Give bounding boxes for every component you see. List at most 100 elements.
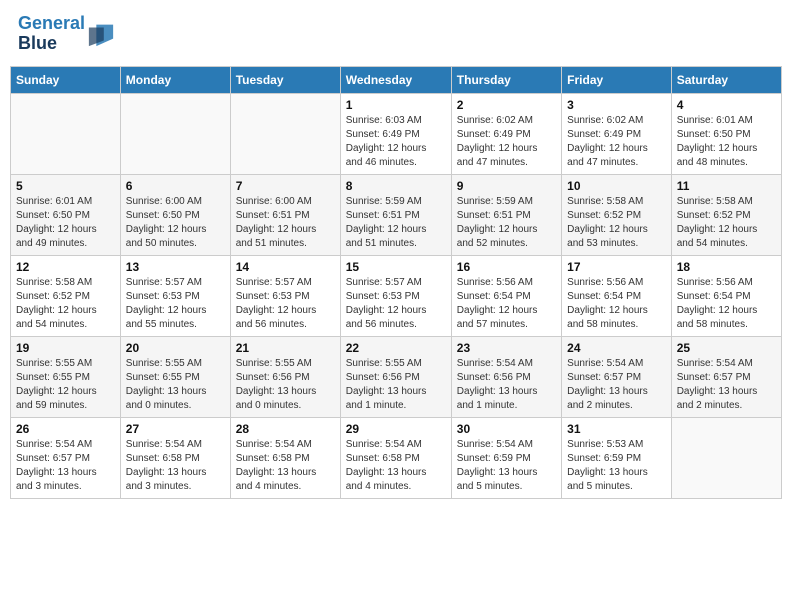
day-info: Sunrise: 5:57 AMSunset: 6:53 PMDaylight:… (236, 276, 335, 332)
day-number: 27 (126, 422, 225, 436)
weekday-header-sunday: Sunday (11, 66, 121, 93)
day-info: Sunrise: 5:54 AMSunset: 6:56 PMDaylight:… (457, 357, 556, 413)
day-number: 21 (236, 341, 335, 355)
day-info: Sunrise: 5:57 AMSunset: 6:53 PMDaylight:… (126, 276, 225, 332)
day-number: 23 (457, 341, 556, 355)
day-info: Sunrise: 6:03 AMSunset: 6:49 PMDaylight:… (346, 114, 446, 170)
day-info: Sunrise: 5:58 AMSunset: 6:52 PMDaylight:… (16, 276, 115, 332)
week-row-4: 19 Sunrise: 5:55 AMSunset: 6:55 PMDayligh… (11, 336, 782, 417)
calendar-cell (671, 417, 781, 498)
day-info: Sunrise: 5:54 AMSunset: 6:58 PMDaylight:… (126, 438, 225, 494)
day-info: Sunrise: 5:58 AMSunset: 6:52 PMDaylight:… (677, 195, 776, 251)
calendar-cell: 25 Sunrise: 5:54 AMSunset: 6:57 PMDayligh… (671, 336, 781, 417)
day-number: 13 (126, 260, 225, 274)
day-info: Sunrise: 6:00 AMSunset: 6:51 PMDaylight:… (236, 195, 335, 251)
day-number: 3 (567, 98, 666, 112)
day-info: Sunrise: 6:01 AMSunset: 6:50 PMDaylight:… (677, 114, 776, 170)
day-info: Sunrise: 5:59 AMSunset: 6:51 PMDaylight:… (457, 195, 556, 251)
calendar-cell: 16Sunrise: 5:56 AMSunset: 6:54 PMDayligh… (451, 255, 561, 336)
day-number: 14 (236, 260, 335, 274)
calendar-cell: 27 Sunrise: 5:54 AMSunset: 6:58 PMDayligh… (120, 417, 230, 498)
calendar-cell: 29 Sunrise: 5:54 AMSunset: 6:58 PMDayligh… (340, 417, 451, 498)
day-info: Sunrise: 5:54 AMSunset: 6:58 PMDaylight:… (236, 438, 335, 494)
calendar-cell: 17 Sunrise: 5:56 AMSunset: 6:54 PMDayligh… (562, 255, 672, 336)
week-row-1: 1Sunrise: 6:03 AMSunset: 6:49 PMDaylight… (11, 93, 782, 174)
day-info: Sunrise: 6:01 AMSunset: 6:50 PMDaylight:… (16, 195, 115, 251)
calendar-cell: 26 Sunrise: 5:54 AMSunset: 6:57 PMDayligh… (11, 417, 121, 498)
day-info: Sunrise: 5:57 AMSunset: 6:53 PMDaylight:… (346, 276, 446, 332)
day-info: Sunrise: 5:54 AMSunset: 6:57 PMDaylight:… (567, 357, 666, 413)
logo: GeneralBlue (18, 14, 115, 54)
calendar-cell: 10 Sunrise: 5:58 AMSunset: 6:52 PMDayligh… (562, 174, 672, 255)
weekday-header-saturday: Saturday (671, 66, 781, 93)
day-number: 30 (457, 422, 556, 436)
day-number: 12 (16, 260, 115, 274)
week-row-2: 5 Sunrise: 6:01 AMSunset: 6:50 PMDaylight… (11, 174, 782, 255)
day-info: Sunrise: 6:02 AMSunset: 6:49 PMDaylight:… (457, 114, 556, 170)
day-number: 22 (346, 341, 446, 355)
day-info: Sunrise: 6:00 AMSunset: 6:50 PMDaylight:… (126, 195, 225, 251)
day-info: Sunrise: 5:54 AMSunset: 6:57 PMDaylight:… (16, 438, 115, 494)
weekday-header-tuesday: Tuesday (230, 66, 340, 93)
calendar-cell: 9Sunrise: 5:59 AMSunset: 6:51 PMDaylight… (451, 174, 561, 255)
day-number: 31 (567, 422, 666, 436)
day-number: 29 (346, 422, 446, 436)
day-number: 18 (677, 260, 776, 274)
day-number: 19 (16, 341, 115, 355)
calendar-cell: 2 Sunrise: 6:02 AMSunset: 6:49 PMDaylight… (451, 93, 561, 174)
calendar-cell (120, 93, 230, 174)
day-info: Sunrise: 5:56 AMSunset: 6:54 PMDaylight:… (677, 276, 776, 332)
day-number: 28 (236, 422, 335, 436)
weekday-header-row: SundayMondayTuesdayWednesdayThursdayFrid… (11, 66, 782, 93)
logo-text: GeneralBlue (18, 14, 85, 54)
calendar-cell: 15 Sunrise: 5:57 AMSunset: 6:53 PMDayligh… (340, 255, 451, 336)
calendar-cell: 3 Sunrise: 6:02 AMSunset: 6:49 PMDaylight… (562, 93, 672, 174)
day-info: Sunrise: 6:02 AMSunset: 6:49 PMDaylight:… (567, 114, 666, 170)
calendar-cell: 8Sunrise: 5:59 AMSunset: 6:51 PMDaylight… (340, 174, 451, 255)
day-number: 10 (567, 179, 666, 193)
calendar-cell: 30Sunrise: 5:54 AMSunset: 6:59 PMDayligh… (451, 417, 561, 498)
calendar-cell: 14 Sunrise: 5:57 AMSunset: 6:53 PMDayligh… (230, 255, 340, 336)
day-number: 17 (567, 260, 666, 274)
calendar-cell: 28 Sunrise: 5:54 AMSunset: 6:58 PMDayligh… (230, 417, 340, 498)
calendar-cell: 19 Sunrise: 5:55 AMSunset: 6:55 PMDayligh… (11, 336, 121, 417)
calendar-cell: 4Sunrise: 6:01 AMSunset: 6:50 PMDaylight… (671, 93, 781, 174)
weekday-header-friday: Friday (562, 66, 672, 93)
day-info: Sunrise: 5:54 AMSunset: 6:57 PMDaylight:… (677, 357, 776, 413)
week-row-3: 12 Sunrise: 5:58 AMSunset: 6:52 PMDayligh… (11, 255, 782, 336)
calendar-cell (230, 93, 340, 174)
calendar-cell: 24 Sunrise: 5:54 AMSunset: 6:57 PMDayligh… (562, 336, 672, 417)
calendar-cell: 1Sunrise: 6:03 AMSunset: 6:49 PMDaylight… (340, 93, 451, 174)
day-number: 24 (567, 341, 666, 355)
day-info: Sunrise: 5:55 AMSunset: 6:56 PMDaylight:… (236, 357, 335, 413)
day-number: 26 (16, 422, 115, 436)
day-number: 16 (457, 260, 556, 274)
calendar-cell: 5 Sunrise: 6:01 AMSunset: 6:50 PMDaylight… (11, 174, 121, 255)
calendar-cell: 18 Sunrise: 5:56 AMSunset: 6:54 PMDayligh… (671, 255, 781, 336)
calendar-cell: 31Sunrise: 5:53 AMSunset: 6:59 PMDayligh… (562, 417, 672, 498)
day-info: Sunrise: 5:56 AMSunset: 6:54 PMDaylight:… (567, 276, 666, 332)
calendar-cell (11, 93, 121, 174)
calendar-cell: 11Sunrise: 5:58 AMSunset: 6:52 PMDayligh… (671, 174, 781, 255)
logo-icon (87, 20, 115, 48)
header: GeneralBlue (10, 10, 782, 58)
day-number: 15 (346, 260, 446, 274)
day-number: 5 (16, 179, 115, 193)
day-info: Sunrise: 5:54 AMSunset: 6:58 PMDaylight:… (346, 438, 446, 494)
calendar-cell: 23 Sunrise: 5:54 AMSunset: 6:56 PMDayligh… (451, 336, 561, 417)
calendar-cell: 21 Sunrise: 5:55 AMSunset: 6:56 PMDayligh… (230, 336, 340, 417)
calendar-cell: 22 Sunrise: 5:55 AMSunset: 6:56 PMDayligh… (340, 336, 451, 417)
weekday-header-thursday: Thursday (451, 66, 561, 93)
week-row-5: 26 Sunrise: 5:54 AMSunset: 6:57 PMDayligh… (11, 417, 782, 498)
day-info: Sunrise: 5:55 AMSunset: 6:55 PMDaylight:… (16, 357, 115, 413)
day-info: Sunrise: 5:58 AMSunset: 6:52 PMDaylight:… (567, 195, 666, 251)
day-info: Sunrise: 5:59 AMSunset: 6:51 PMDaylight:… (346, 195, 446, 251)
day-info: Sunrise: 5:55 AMSunset: 6:56 PMDaylight:… (346, 357, 446, 413)
calendar-cell: 13 Sunrise: 5:57 AMSunset: 6:53 PMDayligh… (120, 255, 230, 336)
day-number: 6 (126, 179, 225, 193)
day-number: 2 (457, 98, 556, 112)
calendar-cell: 6 Sunrise: 6:00 AMSunset: 6:50 PMDaylight… (120, 174, 230, 255)
day-number: 25 (677, 341, 776, 355)
day-info: Sunrise: 5:55 AMSunset: 6:55 PMDaylight:… (126, 357, 225, 413)
calendar: SundayMondayTuesdayWednesdayThursdayFrid… (10, 66, 782, 499)
